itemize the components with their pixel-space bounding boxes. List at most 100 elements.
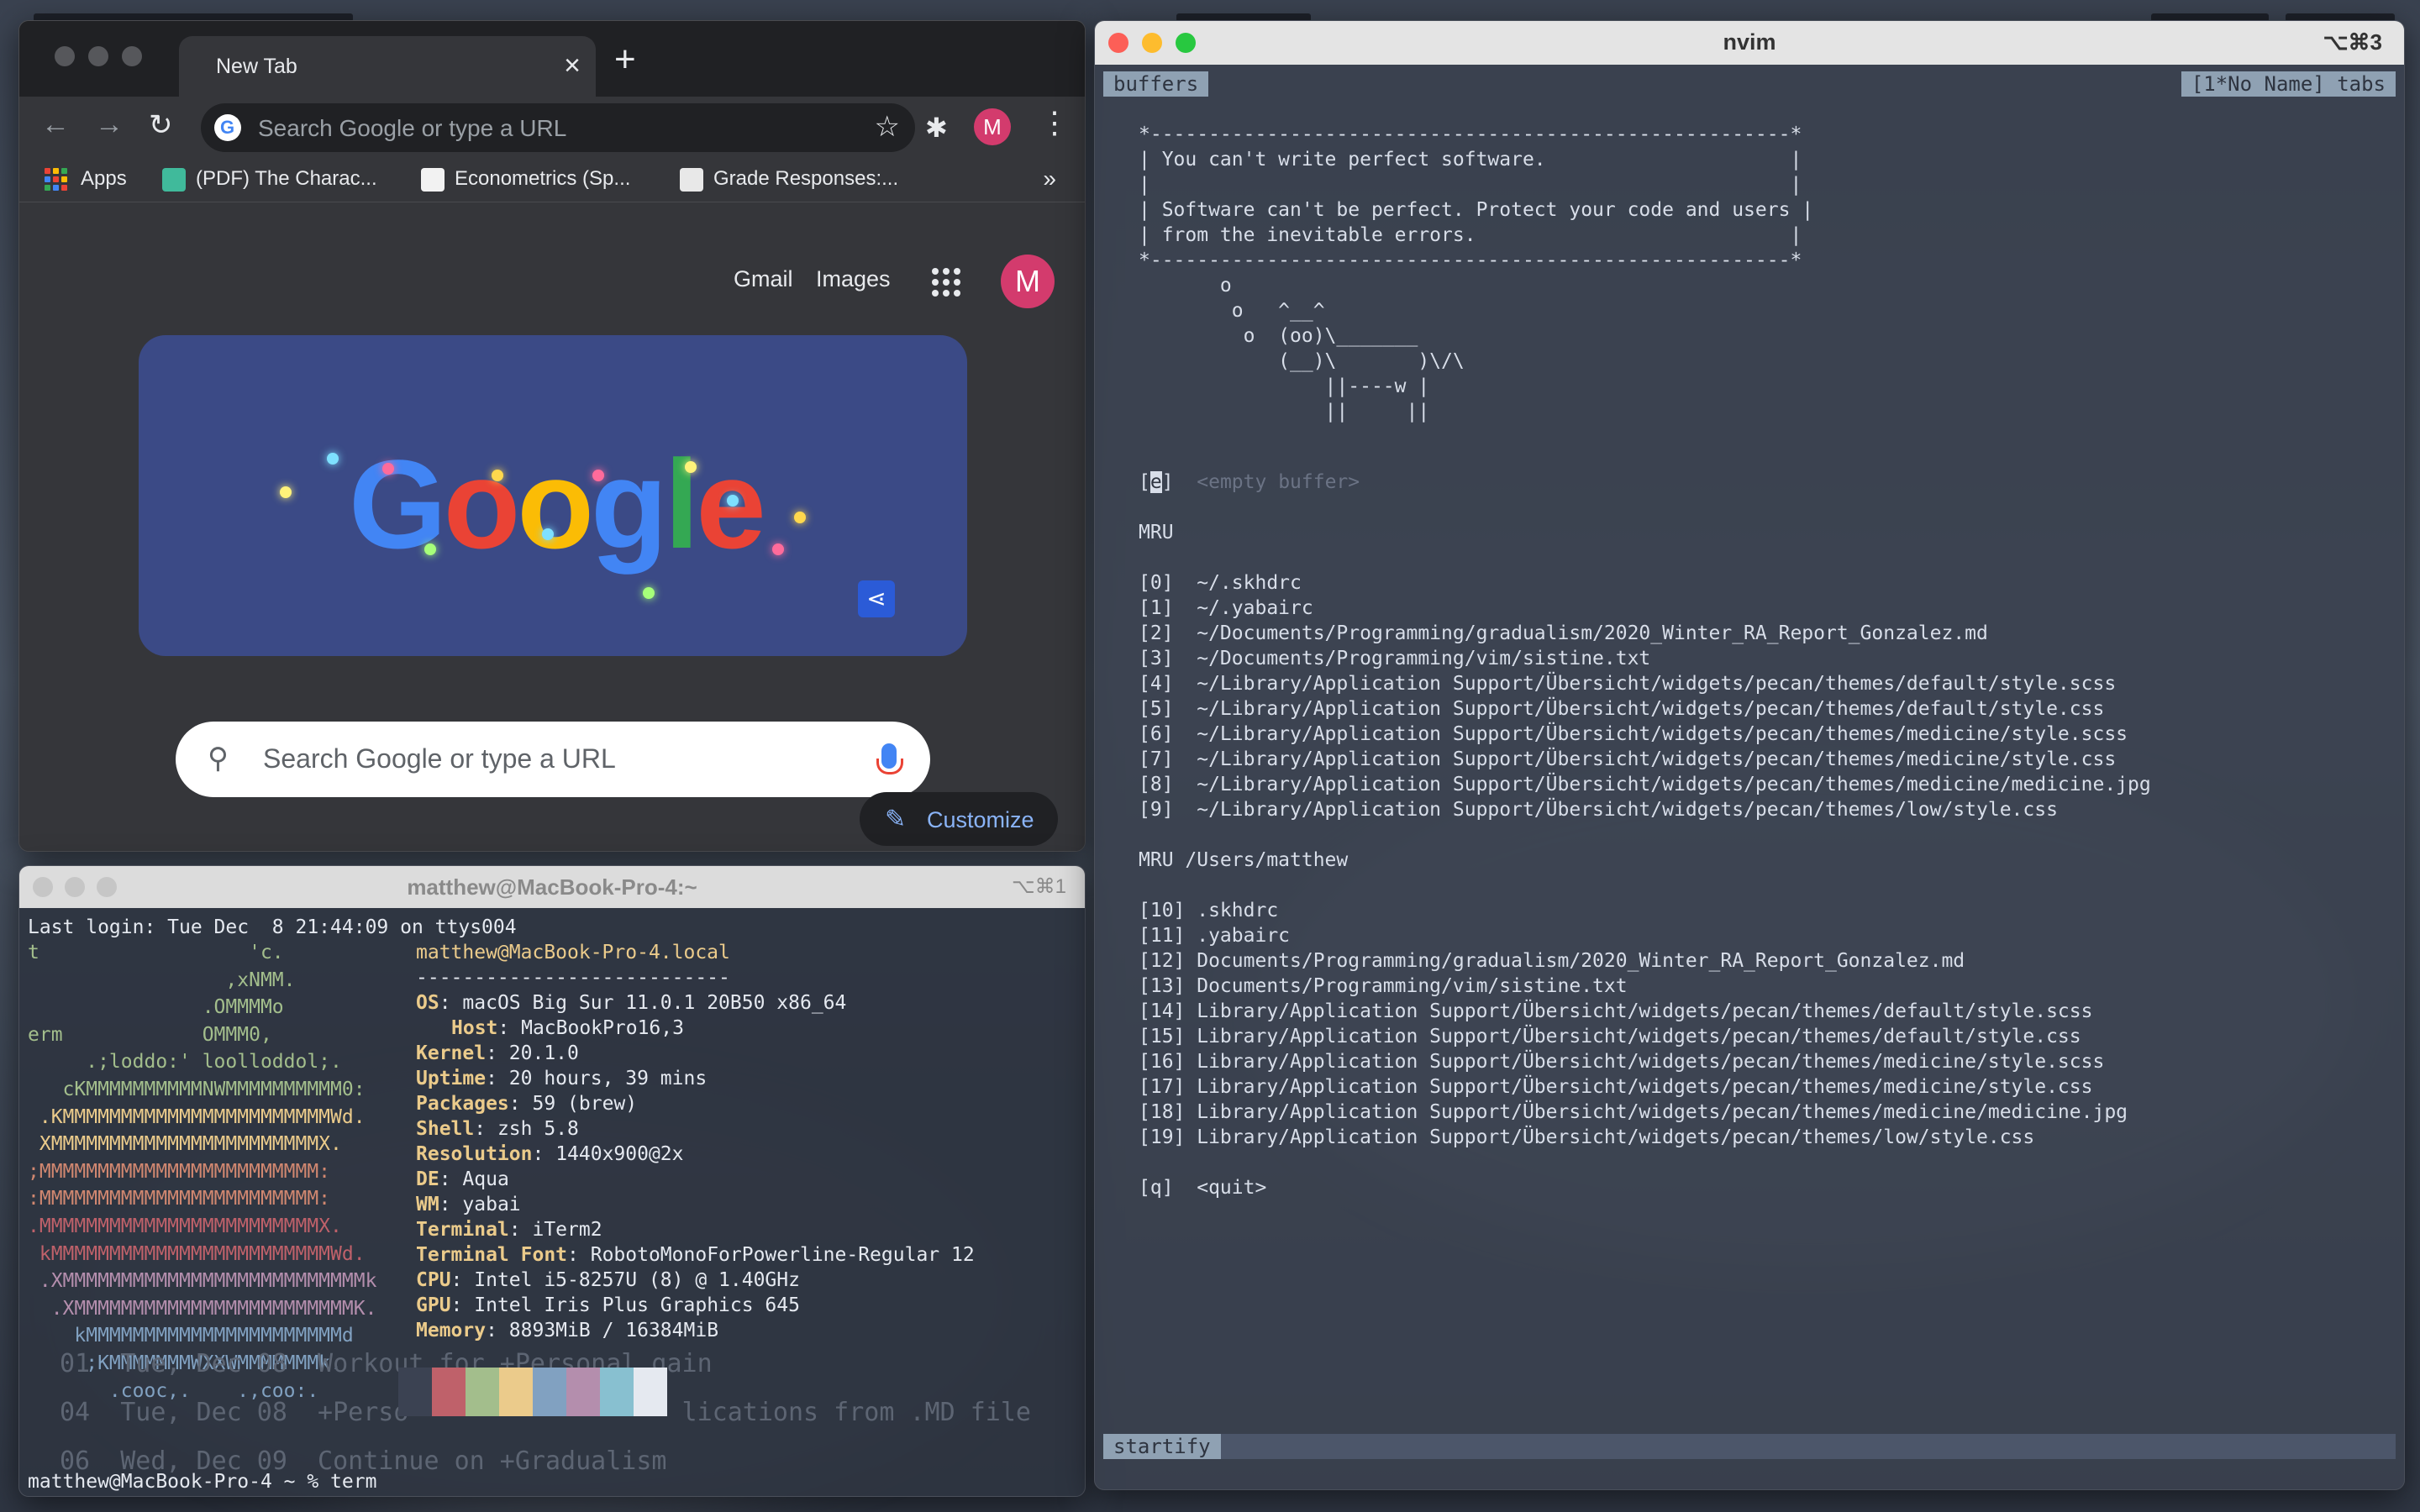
profile-avatar-large[interactable]: M (1001, 255, 1055, 308)
mru-entry[interactable]: [13] Documents/Programming/vim/sistine.t… (1139, 974, 1628, 999)
neofetch-info-row: WM: yabai (416, 1192, 521, 1217)
neofetch-art-line: .XMMMMMMMMMMMMMMMMMMMMMMMMMMk (28, 1270, 377, 1293)
neofetch-info-row: Terminal Font: RobotoMonoForPowerline-Re… (416, 1242, 975, 1268)
forward-arrow-icon[interactable]: → (95, 108, 124, 141)
mru-entry[interactable]: [5] ~/Library/Application Support/Übersi… (1139, 696, 2104, 722)
apps-grid-icon (45, 168, 67, 192)
mru-entry[interactable]: [14] Library/Application Support/Übersic… (1139, 999, 2092, 1024)
mru-entry[interactable]: [16] Library/Application Support/Übersic… (1139, 1049, 2104, 1074)
new-tab-plus-icon[interactable]: + (614, 41, 636, 78)
bookmark-apps[interactable]: Apps (45, 167, 127, 192)
neofetch-separator: --------------------------- (416, 967, 730, 989)
mru-entry[interactable]: [18] Library/Application Support/Übersic… (1139, 1100, 2128, 1125)
customize-label: Customize (927, 807, 1034, 832)
tab-no-name[interactable]: [1*No Name] tabs (2181, 71, 2396, 97)
neofetch-info-value: iTerm2 (532, 1219, 602, 1241)
empty-buffer-entry[interactable]: [e] <empty buffer> (1139, 470, 1360, 495)
share-icon[interactable]: ⋖ (858, 580, 895, 617)
mru-entry[interactable]: [12] Documents/Programming/gradualism/20… (1139, 948, 1965, 974)
mru-header: MRU (1139, 522, 1174, 543)
shell-prompt: matthew@MacBook-Pro-4 ~ % term (28, 1471, 377, 1493)
bookmark-researchgate[interactable]: (PDF) The Charac... (162, 167, 377, 192)
neofetch-info-colon: : (532, 1143, 556, 1165)
neofetch-art-line: ;MMMMMMMMMMMMMMMMMMMMMMMM: (28, 1160, 331, 1183)
bookmark-amazon[interactable]: Econometrics (Sp... (421, 167, 630, 192)
status-mode: startify (1103, 1434, 1221, 1459)
close-window-button[interactable] (55, 46, 75, 66)
neofetch-art-line: .OMMMMo (28, 996, 284, 1019)
bookmark-blackboard[interactable]: Grade Responses:... (680, 167, 898, 192)
color-swatch (533, 1368, 566, 1416)
mru-entry[interactable]: [6] ~/Library/Application Support/Übersi… (1139, 722, 2128, 747)
neofetch-info-row: Shell: zsh 5.8 (416, 1116, 579, 1142)
omnibox-input[interactable]: Search Google or type a URL ☆ (201, 103, 915, 152)
neofetch-info-colon: : (474, 1118, 497, 1140)
mru-entry[interactable]: [11] .yabairc (1139, 923, 1290, 948)
neofetch-info-value: 20.1.0 (508, 1042, 579, 1064)
tab-buffers[interactable]: buffers (1103, 71, 1209, 97)
doodle-light (643, 587, 655, 599)
google-apps-icon[interactable] (932, 268, 960, 297)
tab-new-tab[interactable]: New Tab × (179, 36, 596, 97)
cursor: e (1150, 471, 1162, 493)
mru-entry[interactable]: [2] ~/Documents/Programming/gradualism/2… (1139, 621, 1988, 646)
neofetch-info-row: Packages: 59 (brew) (416, 1091, 637, 1116)
neofetch-art-line: erm OMMM0, (28, 1023, 272, 1046)
neofetch-info-key: Packages (416, 1093, 509, 1115)
mru-entry[interactable]: [9] ~/Library/Application Support/Übersi… (1139, 797, 2058, 822)
close-icon[interactable]: × (564, 50, 581, 82)
neofetch-art-line: t 'c. (28, 942, 284, 963)
customize-button[interactable]: ✎ Customize (860, 792, 1058, 846)
mru-entry[interactable]: [0] ~/.skhdrc (1139, 570, 1302, 596)
bookmark-star-icon[interactable]: ☆ (875, 110, 900, 144)
nvim-window: nvim ⌥⌘3 buffers [1*No Name] tabs *-----… (1094, 20, 2405, 1490)
bookmarks-bar: Apps (PDF) The Charac... Econometrics (S… (19, 157, 1085, 202)
doodle-logo: Google (349, 433, 766, 575)
neofetch-info-colon: : (486, 1068, 509, 1089)
neofetch-info-row: Terminal: iTerm2 (416, 1217, 602, 1242)
neofetch-info-colon: : (439, 1168, 463, 1190)
mru-entry[interactable]: [4] ~/Library/Application Support/Übersi… (1139, 671, 2116, 696)
nvim-tabline: buffers [1*No Name] tabs (1103, 71, 2396, 97)
mru-entry[interactable]: [15] Library/Application Support/Übersic… (1139, 1024, 2081, 1049)
neofetch-info-colon: : (508, 1219, 533, 1241)
mru-entry[interactable]: [10] .skhdrc (1139, 898, 1278, 923)
reload-icon[interactable]: ↻ (149, 108, 173, 142)
ntp-search-placeholder: Search Google or type a URL (263, 743, 616, 774)
tab-title: New Tab (216, 55, 297, 78)
researchgate-icon (162, 167, 186, 192)
mru-entry[interactable]: [8] ~/Library/Application Support/Übersi… (1139, 772, 2151, 797)
extensions-puzzle-icon[interactable]: ✱ (925, 112, 948, 144)
zoom-window-button[interactable] (122, 46, 142, 66)
neofetch-info-row: Memory: 8893MiB / 16384MiB (416, 1318, 718, 1343)
mru-entry[interactable]: [3] ~/Documents/Programming/vim/sistine.… (1139, 646, 1650, 671)
images-link[interactable]: Images (816, 266, 891, 292)
cowsay-line: | You can't write perfect software. | (1139, 149, 1802, 171)
neofetch-info-row: Kernel: 20.1.0 (416, 1041, 579, 1066)
neofetch-info-row: Uptime: 20 hours, 39 mins (416, 1066, 707, 1091)
cowsay-line: *---------------------------------------… (1139, 249, 1802, 271)
neofetch-info-colon: : (567, 1244, 591, 1266)
mru-entry[interactable]: [7] ~/Library/Application Support/Übersi… (1139, 747, 2116, 772)
cowsay-line: || || (1139, 401, 1430, 423)
back-arrow-icon[interactable]: ← (41, 108, 70, 141)
mru-dir-header: MRU /Users/matthew (1139, 849, 1349, 871)
microphone-icon[interactable] (876, 743, 903, 774)
neofetch-info-value: macOS Big Sur 11.0.1 20B50 x86_64 (462, 992, 847, 1014)
ntp-search-input[interactable]: ⚲ Search Google or type a URL (176, 722, 930, 797)
search-icon: ⚲ (208, 743, 229, 774)
omnibox-placeholder: Search Google or type a URL (258, 115, 567, 141)
more-bookmarks-chevron-icon[interactable]: » (1043, 165, 1056, 192)
color-swatch (398, 1368, 432, 1416)
gmail-link[interactable]: Gmail (734, 266, 793, 292)
google-doodle[interactable]: Google ⋖ (139, 335, 967, 656)
mru-entry[interactable]: [1] ~/.yabairc (1139, 596, 1313, 621)
more-menu-icon[interactable]: ⋮ (1039, 105, 1070, 140)
minimize-window-button[interactable] (88, 46, 108, 66)
last-login-line: Last login: Tue Dec 8 21:44:09 on ttys00… (28, 916, 517, 938)
quit-entry[interactable]: [q] <quit> (1139, 1175, 1266, 1200)
profile-avatar[interactable]: M (974, 108, 1011, 145)
mru-entry[interactable]: [17] Library/Application Support/Übersic… (1139, 1074, 2092, 1100)
mru-entry[interactable]: [19] Library/Application Support/Übersic… (1139, 1125, 2034, 1150)
neofetch-info-key: DE (416, 1168, 439, 1190)
